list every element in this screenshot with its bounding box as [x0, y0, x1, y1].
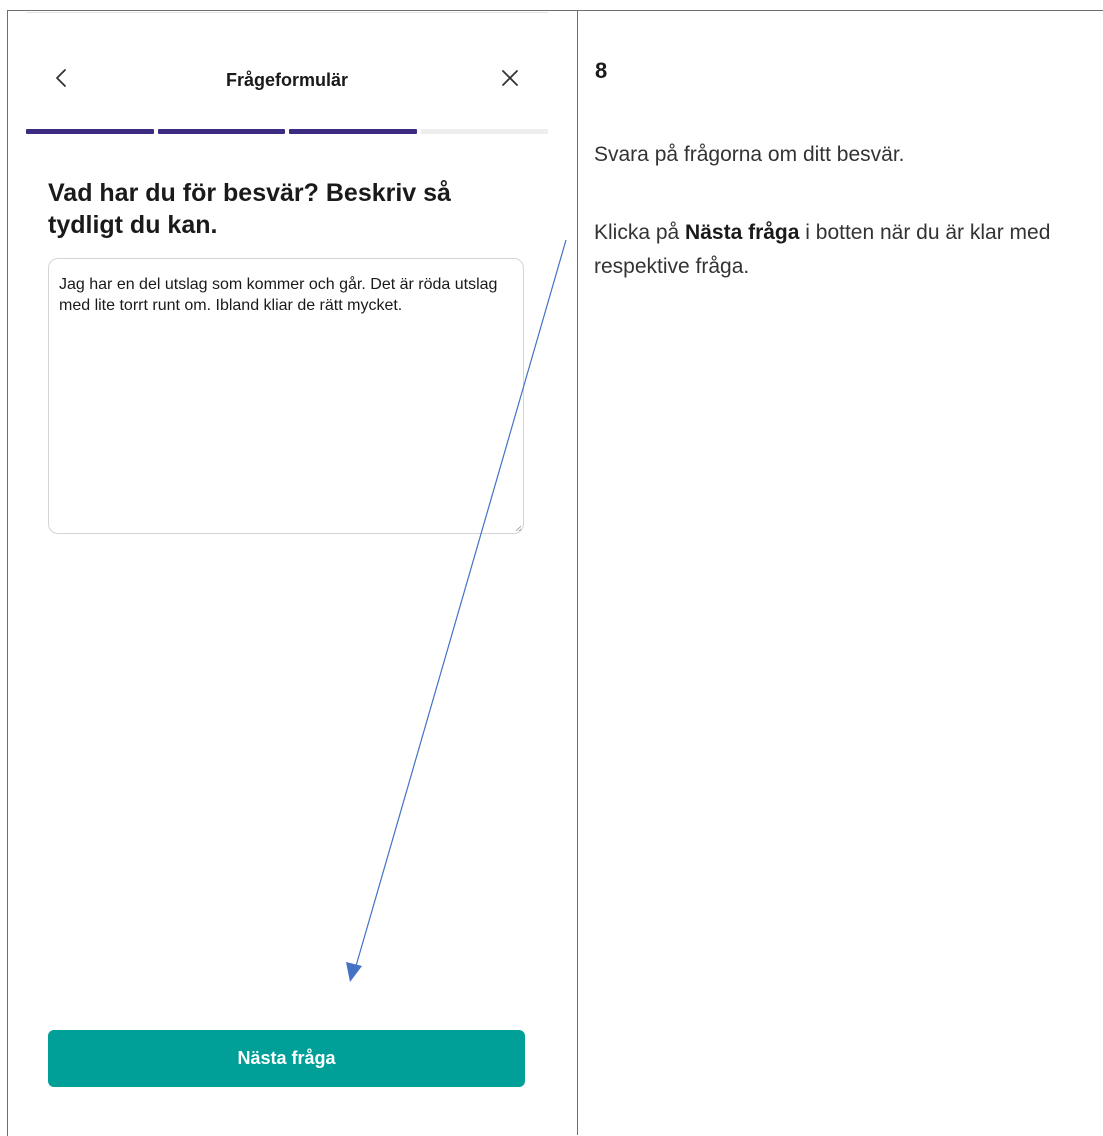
column-divider: [577, 10, 578, 1135]
step-number: 8: [595, 58, 608, 83]
resize-grip-icon[interactable]: [515, 525, 521, 531]
instruction-button-reference: Nästa fråga: [685, 221, 800, 244]
question-heading: Vad har du för besvär? Beskriv så tydlig…: [48, 179, 451, 239]
answer-textarea[interactable]: Jag har en del utslag som kommer och går…: [48, 258, 524, 534]
close-icon[interactable]: [498, 66, 522, 90]
nav-bar: Frågeformulär: [26, 52, 548, 112]
instruction-text-2: Klicka på Nästa fråga i botten när du är…: [594, 216, 1094, 284]
progress-segment-4: [420, 129, 548, 134]
progress-segment-2: [157, 129, 285, 134]
progress-segment-1: [26, 129, 154, 134]
instruction-text-1: Svara på frågorna om ditt besvär.: [594, 143, 905, 166]
next-question-button[interactable]: Nästa fråga: [48, 1030, 525, 1087]
phone-top-edge: [26, 12, 548, 13]
progress-segment-3: [289, 129, 417, 134]
instruction-text-2-prefix: Klicka på: [594, 221, 686, 244]
page-title: Frågeformulär: [225, 70, 349, 90]
answer-text[interactable]: Jag har en del utslag som kommer och går…: [59, 274, 514, 316]
phone-screenshot: Frågeformulär Vad har du för besvär? Bes…: [26, 12, 548, 1135]
progress-bar: [26, 129, 548, 134]
